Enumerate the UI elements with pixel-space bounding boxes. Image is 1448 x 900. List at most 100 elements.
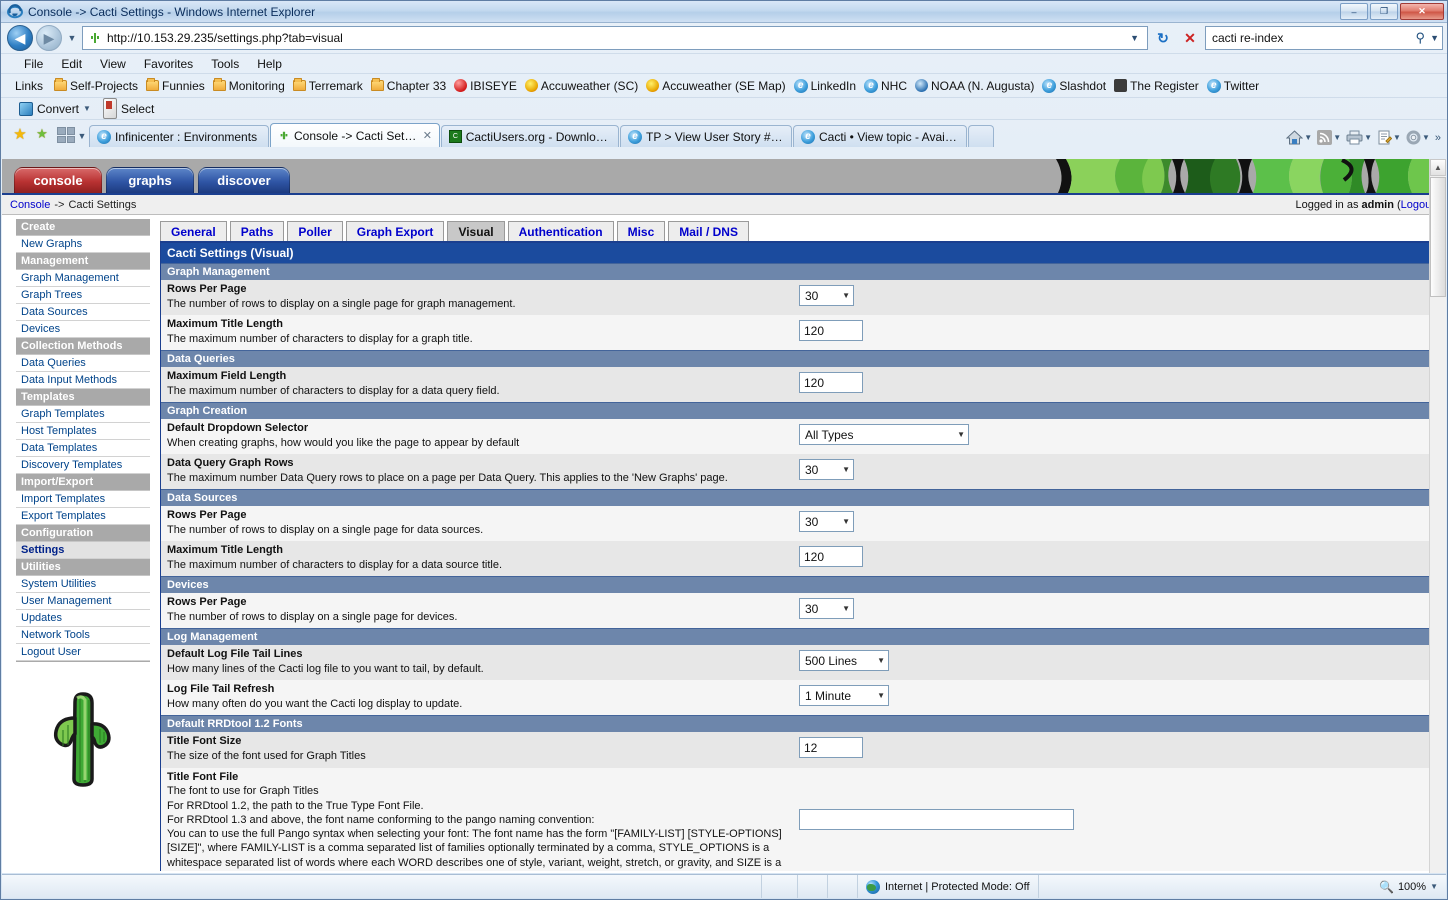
sidebar-item-discovery-templates[interactable]: Discovery Templates: [16, 457, 150, 474]
search-input[interactable]: cacti re-index: [1209, 31, 1416, 45]
browser-tab[interactable]: Infinicenter : Environments: [89, 125, 269, 147]
overflow-button[interactable]: »: [1433, 132, 1443, 144]
favorites-center-button[interactable]: ★: [9, 123, 31, 145]
favorites-link[interactable]: Chapter 33: [367, 78, 450, 93]
quick-tabs-icon[interactable]: [57, 127, 75, 143]
sidebar-item-graph-trees[interactable]: Graph Trees: [16, 287, 150, 304]
feeds-chevron-down-icon[interactable]: ▼: [1333, 133, 1341, 142]
zoom-control[interactable]: 🔍 100% ▼: [1371, 880, 1446, 894]
tools-chevron-down-icon[interactable]: ▼: [1422, 133, 1430, 142]
search-box[interactable]: cacti re-index ⚲ ▼: [1205, 26, 1443, 50]
sidebar-item-devices[interactable]: Devices: [16, 321, 150, 338]
sidebar-item-network-tools[interactable]: Network Tools: [16, 627, 150, 644]
favorites-link[interactable]: Twitter: [1203, 78, 1263, 93]
print-chevron-down-icon[interactable]: ▼: [1364, 133, 1372, 142]
sidebar-item-user-management[interactable]: User Management: [16, 593, 150, 610]
favorites-link[interactable]: Terremark: [289, 78, 367, 93]
menu-file[interactable]: File: [15, 57, 52, 71]
cacti-tab-console[interactable]: console: [14, 167, 102, 193]
sidebar-item-new-graphs[interactable]: New Graphs: [16, 236, 150, 253]
favorites-link[interactable]: Slashdot: [1038, 78, 1110, 93]
menu-view[interactable]: View: [91, 57, 135, 71]
breadcrumb-console-link[interactable]: Console: [10, 199, 50, 211]
minimize-button[interactable]: –: [1340, 3, 1368, 20]
sidebar-item-graph-management[interactable]: Graph Management: [16, 270, 150, 287]
recent-pages-button[interactable]: ▼: [65, 33, 79, 43]
setting-text-input[interactable]: [799, 808, 1074, 830]
search-provider-chevron-icon[interactable]: ▼: [1425, 33, 1439, 43]
tab-authentication[interactable]: Authentication: [507, 221, 614, 241]
select-button[interactable]: Select: [99, 98, 158, 119]
browser-tab[interactable]: Cacti • View topic - Availa...: [793, 125, 967, 147]
menu-edit[interactable]: Edit: [52, 57, 91, 71]
zoom-chevron-down-icon[interactable]: ▼: [1430, 882, 1438, 891]
feeds-button[interactable]: ▼: [1315, 130, 1343, 145]
browser-tab[interactable]: Console -> Cacti Settin... ✕: [270, 123, 440, 147]
menu-help[interactable]: Help: [248, 57, 291, 71]
setting-select[interactable]: 500 Lines ▼: [799, 650, 889, 672]
sidebar-item-graph-templates[interactable]: Graph Templates: [16, 406, 150, 423]
stop-button[interactable]: ✕: [1178, 26, 1202, 50]
sidebar-item-updates[interactable]: Updates: [16, 610, 150, 627]
tab-misc[interactable]: Misc: [616, 221, 666, 241]
back-button[interactable]: ◀: [7, 25, 33, 51]
sidebar-item-export-templates[interactable]: Export Templates: [16, 508, 150, 525]
sidebar-item-system-utilities[interactable]: System Utilities: [16, 576, 150, 593]
tab-mail-dns[interactable]: Mail / DNS: [668, 221, 749, 241]
favorites-link[interactable]: Accuweather (SC): [521, 79, 642, 93]
tab-general[interactable]: General: [160, 221, 227, 241]
sidebar-item-data-templates[interactable]: Data Templates: [16, 440, 150, 457]
sidebar-item-data-queries[interactable]: Data Queries: [16, 355, 150, 372]
url-dropdown-icon[interactable]: ▼: [1124, 33, 1145, 43]
scroll-up-button[interactable]: ▲: [1430, 159, 1446, 176]
sidebar-item-data-sources[interactable]: Data Sources: [16, 304, 150, 321]
favorites-link[interactable]: Funnies: [142, 78, 209, 93]
browser-tab[interactable]: TP > View User Story #374...: [620, 125, 792, 147]
setting-select[interactable]: All Types ▼: [799, 424, 969, 446]
page-chevron-down-icon[interactable]: ▼: [1393, 133, 1401, 142]
cacti-tab-discover[interactable]: discover: [198, 167, 290, 193]
browser-tab[interactable]: C CactiUsers.org - Downloads: [441, 125, 619, 147]
setting-text-input[interactable]: 120: [799, 320, 863, 342]
setting-select[interactable]: 1 Minute ▼: [799, 685, 889, 707]
cacti-tab-graphs[interactable]: graphs: [106, 167, 194, 193]
favorites-link[interactable]: NHC: [860, 78, 911, 93]
add-to-favorites-button[interactable]: ★: [31, 123, 53, 145]
convert-chevron-down-icon[interactable]: ▼: [83, 104, 91, 113]
sidebar-item-import-templates[interactable]: Import Templates: [16, 491, 150, 508]
tab-poller[interactable]: Poller: [287, 221, 343, 241]
page-scrollbar[interactable]: ▲: [1429, 159, 1446, 873]
favorites-link[interactable]: Self-Projects: [50, 78, 142, 93]
setting-select[interactable]: 30 ▼: [799, 598, 854, 620]
search-icon[interactable]: ⚲: [1416, 30, 1426, 46]
print-button[interactable]: ▼: [1344, 130, 1374, 145]
home-button[interactable]: ▼: [1284, 130, 1314, 145]
restore-button[interactable]: ❐: [1370, 3, 1398, 20]
tab-visual[interactable]: Visual: [447, 221, 505, 241]
menu-tools[interactable]: Tools: [202, 57, 248, 71]
setting-select[interactable]: 30 ▼: [799, 459, 854, 481]
setting-text-input[interactable]: 120: [799, 372, 863, 394]
favorites-link[interactable]: Monitoring: [209, 78, 289, 93]
tab-close-icon[interactable]: ✕: [423, 129, 432, 142]
setting-select[interactable]: 30 ▼: [799, 511, 854, 533]
favorites-link[interactable]: The Register: [1110, 79, 1203, 93]
menu-favorites[interactable]: Favorites: [135, 57, 202, 71]
close-button[interactable]: ✕: [1400, 3, 1444, 20]
refresh-button[interactable]: ↻: [1151, 26, 1175, 50]
sidebar-item-settings[interactable]: Settings: [16, 542, 150, 559]
home-chevron-down-icon[interactable]: ▼: [1304, 133, 1312, 142]
sidebar-item-logout-user[interactable]: Logout User: [16, 644, 150, 661]
favorites-link[interactable]: Accuweather (SE Map): [642, 79, 789, 93]
setting-text-input[interactable]: 120: [799, 546, 863, 568]
new-tab-button[interactable]: [968, 125, 994, 147]
page-menu-button[interactable]: ▼: [1375, 130, 1403, 145]
tab-paths[interactable]: Paths: [229, 221, 285, 241]
favorites-link[interactable]: LinkedIn: [790, 78, 860, 93]
url-bar[interactable]: http://10.153.29.235/settings.php?tab=vi…: [82, 26, 1148, 50]
favorites-link[interactable]: NOAA (N. Augusta): [911, 79, 1038, 93]
favorites-link[interactable]: IBISEYE: [450, 79, 521, 93]
tools-menu-button[interactable]: ▼: [1404, 130, 1432, 145]
setting-select[interactable]: 30 ▼: [799, 285, 854, 306]
scrollbar-thumb[interactable]: [1430, 177, 1446, 297]
